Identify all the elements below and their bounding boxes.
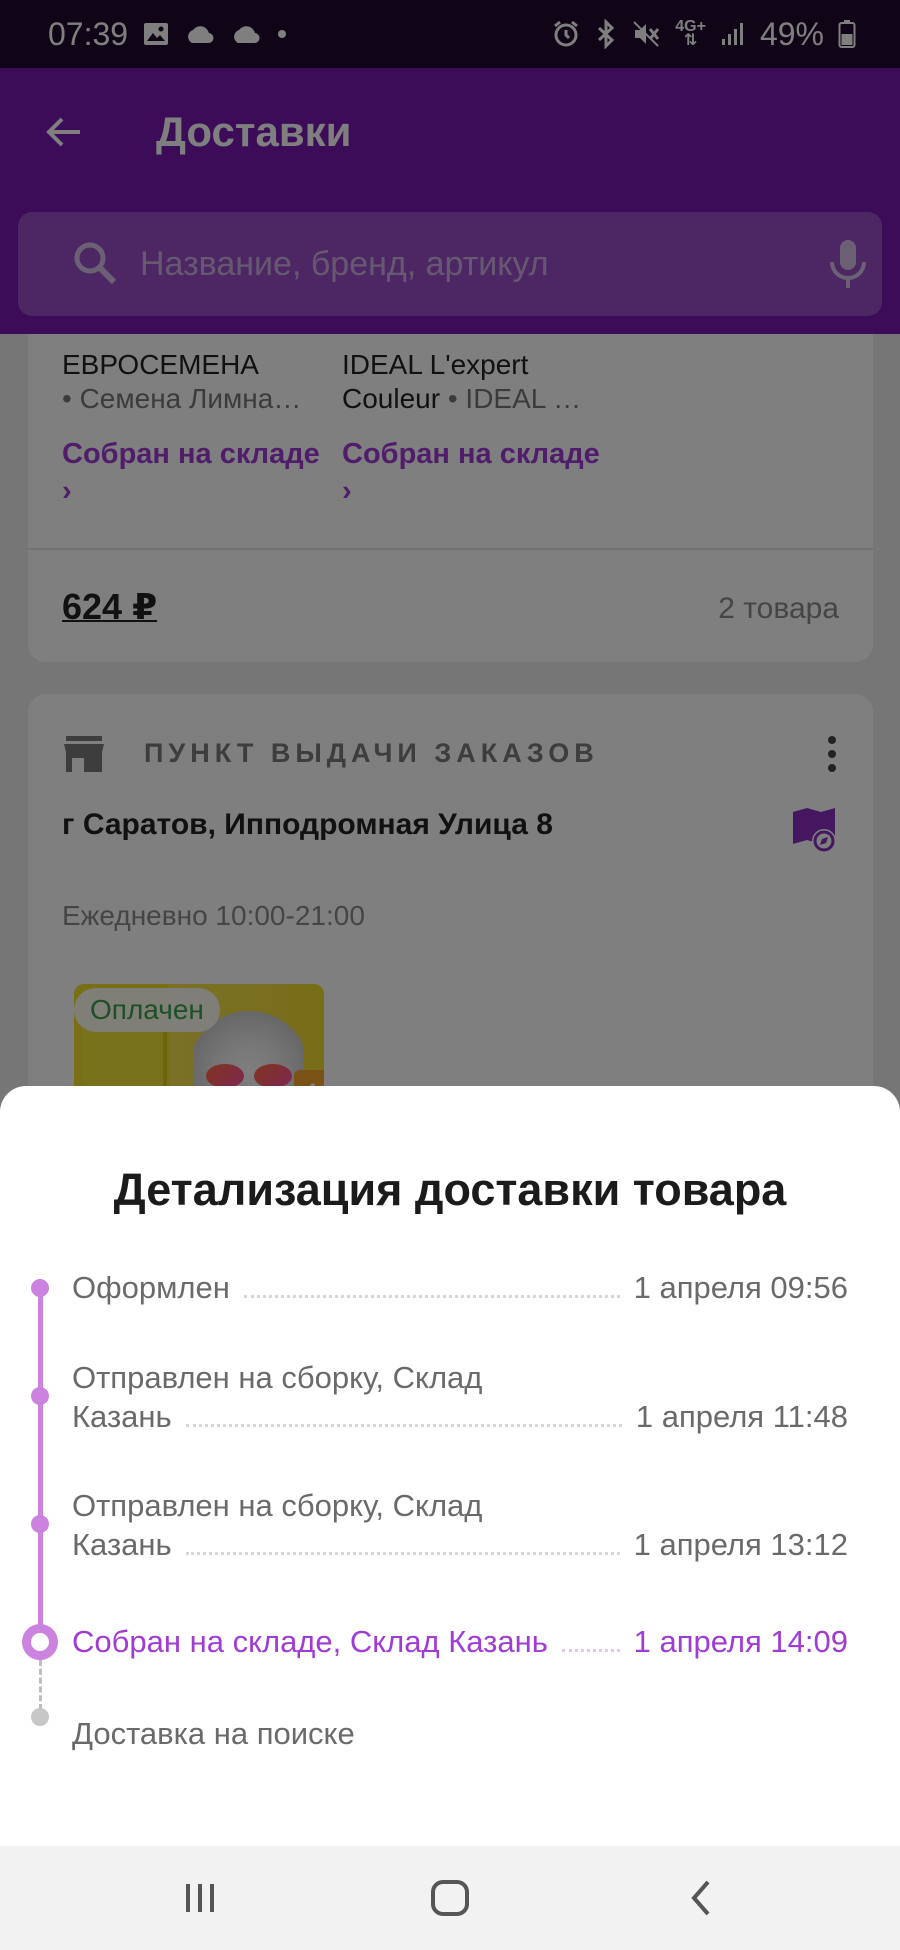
timeline-connector <box>38 1528 43 1628</box>
dotted-leader <box>561 1649 620 1652</box>
delivery-details-sheet: Детализация доставки товара Оформлен 1 а… <box>0 1086 900 1846</box>
timeline-dot-done <box>31 1515 49 1533</box>
chevron-left-icon <box>691 1880 710 1916</box>
timeline-date: 1 апреля 11:48 <box>635 1399 848 1434</box>
system-nav-bar <box>0 1846 900 1950</box>
nav-back-button[interactable] <box>672 1872 732 1924</box>
timeline-label-line1: Отправлен на сборку, Склад <box>72 1360 483 1395</box>
recents-button[interactable] <box>170 1872 230 1924</box>
timeline-item-current: Собран на складе, Склад Казань 1 апреля … <box>72 1622 848 1661</box>
timeline-label: Казань <box>72 1399 172 1434</box>
timeline-date: 1 апреля 09:56 <box>633 1270 848 1305</box>
timeline-label: Собран на складе, Склад Казань <box>72 1624 548 1659</box>
timeline-item: Оформлен 1 апреля 09:56 <box>72 1268 848 1307</box>
delivery-timeline: Оформлен 1 апреля 09:56 Отправлен на сбо… <box>0 1086 900 1846</box>
timeline-label: Казань <box>72 1527 172 1562</box>
recents-icon <box>186 1884 214 1912</box>
home-button[interactable] <box>420 1872 480 1924</box>
dotted-leader <box>185 1552 620 1555</box>
timeline-dot-current <box>22 1624 58 1660</box>
dotted-leader <box>243 1295 620 1298</box>
timeline-date: 1 апреля 14:09 <box>633 1624 848 1659</box>
timeline-date: 1 апреля 13:12 <box>633 1527 848 1562</box>
timeline-dot-done <box>31 1279 49 1297</box>
timeline-item-pending: Доставка на поиске <box>72 1714 848 1753</box>
timeline-item: Отправлен на сборку, Склад Казань 1 апре… <box>72 1486 848 1564</box>
timeline-connector <box>38 1290 43 1394</box>
timeline-label: Доставка на поиске <box>72 1716 355 1751</box>
timeline-connector <box>38 1398 43 1524</box>
timeline-connector-pending <box>39 1660 42 1710</box>
timeline-label-line1: Отправлен на сборку, Склад <box>72 1488 483 1523</box>
home-icon <box>431 1880 469 1916</box>
dotted-leader <box>185 1424 622 1427</box>
timeline-label: Оформлен <box>72 1270 230 1305</box>
timeline-dot-done <box>31 1387 49 1405</box>
timeline-item: Отправлен на сборку, Склад Казань 1 апре… <box>72 1358 848 1436</box>
timeline-dot-pending <box>31 1708 49 1726</box>
